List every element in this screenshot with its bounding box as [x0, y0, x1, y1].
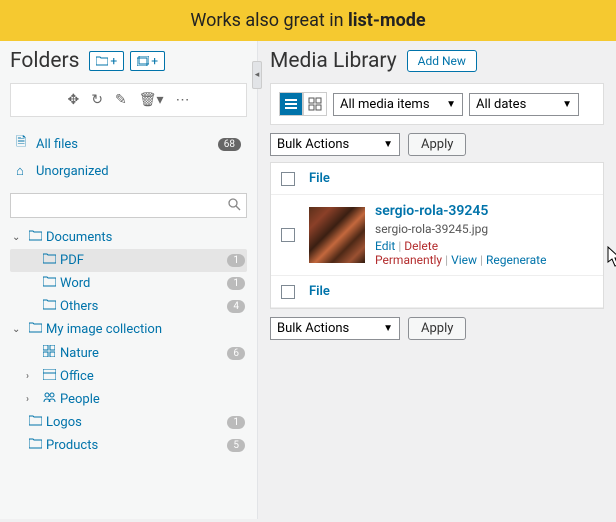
- file-title[interactable]: sergio-rola-39245: [375, 203, 593, 219]
- file-name: sergio-rola-39245.jpg: [375, 222, 593, 236]
- banner-bold: list-mode: [348, 10, 426, 31]
- folder-tree: ⌄ Documents PDF 1 Word 1 Others 4 ⌄ My image coll…: [10, 226, 247, 457]
- chevron-icon: ⌄: [12, 324, 24, 335]
- count-badge: 5: [227, 439, 245, 452]
- add-new-button[interactable]: Add New: [407, 50, 477, 72]
- folder-icon: [28, 322, 42, 337]
- list-view-button[interactable]: [279, 92, 303, 116]
- count-badge: 4: [227, 300, 245, 313]
- refresh-icon[interactable]: ↻: [91, 92, 103, 108]
- gallery-icon: [137, 56, 149, 66]
- tree-item-label: Word: [60, 276, 90, 291]
- promo-banner: Works also great in list-mode: [0, 0, 616, 41]
- bulk-actions-bottom[interactable]: Bulk Actions▼: [270, 317, 400, 340]
- tree-item-label: Office: [60, 369, 94, 384]
- media-table: File sergio-rola-39245 sergio-rola-39245…: [270, 162, 604, 309]
- count-badge: 6: [227, 347, 245, 360]
- tree-item-nature[interactable]: Nature 6: [10, 341, 247, 365]
- tree-item-label: Documents: [46, 230, 112, 245]
- card-icon: [42, 369, 56, 384]
- table-row[interactable]: sergio-rola-39245 sergio-rola-39245.jpg …: [271, 195, 603, 276]
- media-thumbnail[interactable]: [309, 207, 365, 263]
- row-checkbox[interactable]: [281, 228, 295, 242]
- date-filter[interactable]: All dates▼: [469, 93, 579, 116]
- table-footer: File: [271, 276, 603, 308]
- home-icon: ⌂: [16, 163, 30, 179]
- chevron-down-icon: ▼: [383, 139, 393, 150]
- apply-button-bottom[interactable]: Apply: [408, 317, 466, 340]
- tree-item-office[interactable]: › Office: [10, 365, 247, 388]
- bulk-actions-top[interactable]: Bulk Actions▼: [270, 133, 400, 156]
- folder-icon: [28, 438, 42, 453]
- view-mode-switch: [279, 92, 327, 116]
- edit-link[interactable]: Edit: [375, 239, 395, 253]
- people-icon: [42, 392, 56, 407]
- apply-button-top[interactable]: Apply: [408, 133, 466, 156]
- tree-item-logos[interactable]: Logos 1: [10, 411, 247, 434]
- tree-item-label: PDF: [60, 253, 84, 268]
- folder-icon: [96, 56, 108, 66]
- new-gallery-button[interactable]: +: [130, 51, 165, 71]
- page-title: Media Library: [270, 49, 397, 73]
- folder-icon: [42, 276, 56, 291]
- move-icon[interactable]: ✥: [67, 92, 79, 108]
- list-icon: [284, 97, 298, 111]
- chevron-down-icon: ▼: [446, 99, 456, 110]
- select-all-checkbox-bottom[interactable]: [281, 285, 295, 299]
- column-header-file[interactable]: File: [309, 171, 593, 186]
- chevron-icon: ⌄: [12, 232, 24, 243]
- tree-item-products[interactable]: Products 5: [10, 434, 247, 457]
- folder-toolbar: ✥ ↻ ✎ 🗑︎▾ ⋯: [10, 83, 247, 117]
- grid-icon: [308, 97, 322, 111]
- tree-item-label: Others: [60, 299, 98, 314]
- folder-search: [10, 193, 247, 218]
- delete-icon[interactable]: 🗑︎▾: [139, 92, 164, 108]
- row-actions: Edit|Delete Permanently|View|Regenerate: [375, 239, 593, 267]
- unorganized-item[interactable]: ⌂Unorganized: [10, 159, 247, 183]
- count-badge: 1: [227, 254, 245, 267]
- tree-item-label: People: [60, 392, 100, 407]
- edit-icon[interactable]: ✎: [115, 92, 127, 108]
- tree-item-people[interactable]: › People: [10, 388, 247, 411]
- table-header: File: [271, 163, 603, 195]
- new-folder-button[interactable]: +: [89, 51, 124, 71]
- all-files-item[interactable]: 🗎All files 68: [10, 129, 247, 159]
- tree-item-label: Products: [46, 438, 98, 453]
- folder-icon: [42, 299, 56, 314]
- tree-item-label: Logos: [46, 415, 82, 430]
- chevron-down-icon: ▼: [383, 323, 393, 334]
- chevron-icon: ›: [26, 394, 38, 405]
- tree-item-documents[interactable]: ⌄ Documents: [10, 226, 247, 249]
- main-panel: ◂ Media Library Add New All media items▼…: [258, 41, 616, 519]
- document-icon: 🗎: [16, 133, 30, 155]
- tree-item-word[interactable]: Word 1: [10, 272, 247, 295]
- view-link[interactable]: View: [451, 253, 477, 267]
- chevron-down-icon: ▼: [562, 99, 572, 110]
- tree-item-label: Nature: [60, 346, 99, 361]
- column-footer-file[interactable]: File: [309, 284, 593, 299]
- tree-item-others[interactable]: Others 4: [10, 295, 247, 318]
- select-all-checkbox[interactable]: [281, 172, 295, 186]
- folder-icon: [28, 230, 42, 245]
- grid-view-button[interactable]: [303, 92, 327, 116]
- folder-icon: [28, 415, 42, 430]
- grid-icon: [42, 345, 56, 361]
- folder-icon: [42, 253, 56, 268]
- mouse-cursor-icon: [607, 246, 616, 268]
- regenerate-link[interactable]: Regenerate: [486, 253, 547, 267]
- tree-item-label: My image collection: [46, 322, 162, 337]
- tree-item-pdf[interactable]: PDF 1: [10, 249, 247, 272]
- more-icon[interactable]: ⋯: [176, 92, 190, 108]
- tree-item-my-image-collection[interactable]: ⌄ My image collection: [10, 318, 247, 341]
- banner-text: Works also great in: [190, 10, 348, 31]
- count-badge: 1: [227, 277, 245, 290]
- count-badge: 1: [227, 416, 245, 429]
- collapse-sidebar-button[interactable]: ◂: [252, 61, 262, 89]
- chevron-icon: ›: [26, 371, 38, 382]
- search-input[interactable]: [10, 193, 247, 218]
- count-badge: 68: [218, 138, 241, 151]
- sidebar-title: Folders: [10, 49, 79, 73]
- media-type-filter[interactable]: All media items▼: [333, 93, 463, 116]
- folder-sidebar: Folders + + ✥ ↻ ✎ 🗑︎▾ ⋯ 🗎All files 68 ⌂: [0, 41, 258, 519]
